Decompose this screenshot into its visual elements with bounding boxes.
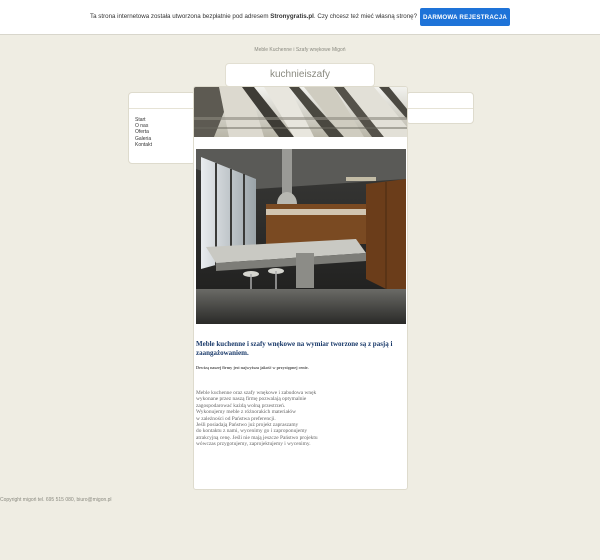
site-tagline: Meble Kuchenne i Szafy wnękowe Migoń xyxy=(254,47,346,53)
main-content: Meble kuchenne i szafy wnękowe na wymiar… xyxy=(193,86,408,490)
right-side-panel xyxy=(406,92,474,124)
promo-bar: Ta strona internetowa została utworzona … xyxy=(0,0,600,35)
paragraph-line: wówczas przygotujemy, zaprojektujemy i w… xyxy=(196,441,311,448)
free-registration-button[interactable]: DARMOWA REJESTRACJA xyxy=(420,8,510,26)
footer-copyright: Copyright migoń tel. 695 515 080, biuro@… xyxy=(0,497,112,503)
content-paragraph: Meble kuchenne oraz szafy wnękowe i zabu… xyxy=(196,390,396,448)
kitchen-photo xyxy=(196,149,406,324)
nav-header-strip xyxy=(129,93,195,109)
nav-item-kontakt[interactable]: Kontakt xyxy=(135,142,152,148)
main-navigation: Start O nas Oferta Galeria Kontakt xyxy=(128,92,196,164)
site-title[interactable]: kuchnieiszafy xyxy=(226,69,374,80)
nav-item-galeria[interactable]: Galeria xyxy=(135,136,152,142)
promo-message-prefix: Ta strona internetowa została utworzona … xyxy=(90,13,271,20)
site-title-box: kuchnieiszafy xyxy=(225,63,375,87)
header-banner-image xyxy=(194,87,407,137)
right-panel-strip xyxy=(407,93,473,109)
promo-site-name[interactable]: Stronygratis.pl xyxy=(270,13,314,20)
promo-message-suffix: . Czy chcesz też mieć własną stronę? xyxy=(313,13,418,20)
content-headline: Meble kuchenne i szafy wnękowe na wymiar… xyxy=(196,340,393,357)
content-subline: Dewizą naszej firmy jest najwyższa jakoś… xyxy=(196,365,309,370)
promo-message: Ta strona internetowa została utworzona … xyxy=(90,13,417,20)
